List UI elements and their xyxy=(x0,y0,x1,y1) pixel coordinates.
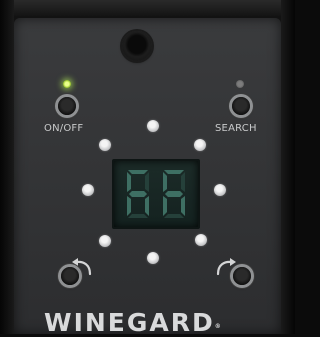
signal-dot xyxy=(99,139,111,151)
seven-segment-digit-icon xyxy=(127,170,149,218)
signal-dot xyxy=(194,139,206,151)
housing-left-edge xyxy=(0,0,14,334)
signal-dot xyxy=(147,252,159,264)
seven-segment-display xyxy=(112,159,200,229)
signal-dot xyxy=(147,120,159,132)
rotate-right-button[interactable] xyxy=(233,267,251,285)
power-led-icon xyxy=(63,80,71,88)
search-button[interactable] xyxy=(232,97,250,115)
signal-dot xyxy=(99,235,111,247)
signal-dot xyxy=(214,184,226,196)
display-digit-2 xyxy=(158,168,190,220)
ir-receiver-icon xyxy=(122,31,152,61)
rotate-left-button[interactable] xyxy=(61,267,79,285)
search-label: SEARCH xyxy=(215,123,257,134)
on-off-label: ON/OFF xyxy=(44,123,84,134)
housing-top-edge xyxy=(0,0,295,16)
signal-dot xyxy=(195,234,207,246)
search-led-icon xyxy=(236,80,244,88)
display-digit-1 xyxy=(122,168,154,220)
housing-right-edge xyxy=(281,0,295,334)
registered-mark: ® xyxy=(214,323,221,330)
seven-segment-digit-icon xyxy=(163,170,185,218)
brand-name: WINEGARD xyxy=(44,308,215,337)
signal-dot xyxy=(82,184,94,196)
brand-logo: WINEGARD® xyxy=(44,309,276,337)
on-off-button[interactable] xyxy=(58,97,76,115)
